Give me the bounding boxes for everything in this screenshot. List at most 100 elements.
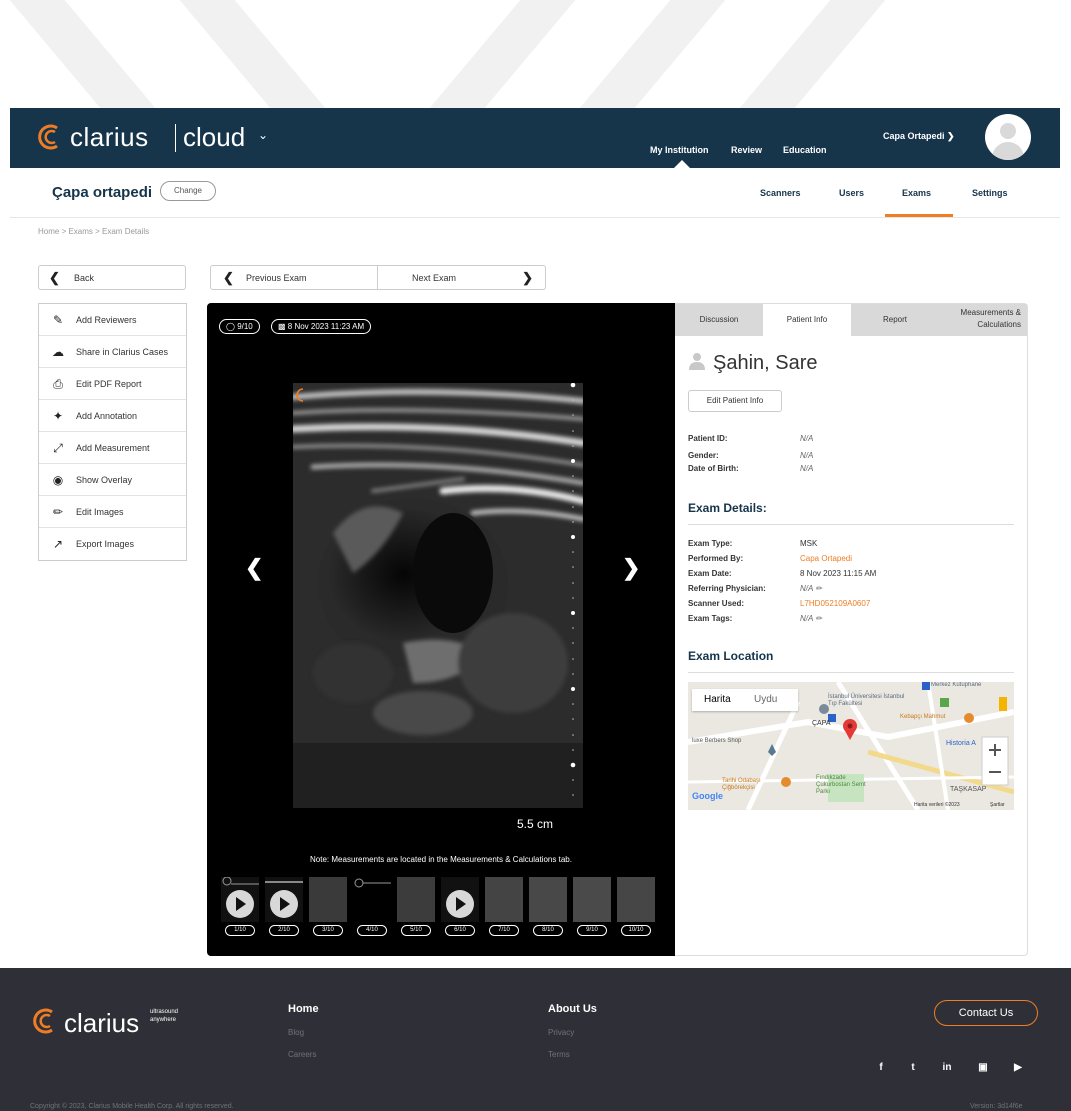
- chevron-left-icon: ❮: [49, 270, 60, 285]
- edit-images-action[interactable]: ✏ Edit Images: [39, 496, 186, 528]
- thumbnail-label: 1/10: [225, 925, 255, 936]
- chevron-left-icon: ❮: [223, 270, 234, 285]
- patient-id-value: N/A: [800, 434, 814, 443]
- edit-pdf-report-action[interactable]: ⎙ Edit PDF Report: [39, 368, 186, 400]
- ultrasound-image[interactable]: [293, 383, 583, 808]
- footer-link-terms[interactable]: Terms: [548, 1050, 570, 1059]
- depth-scale-label: 5.5 cm: [517, 817, 554, 831]
- brand-logo-text[interactable]: clarius: [70, 122, 149, 153]
- tab-report[interactable]: Report: [851, 304, 939, 336]
- add-annotation-action[interactable]: ✦ Add Annotation: [39, 400, 186, 432]
- action-label: Edit Images: [76, 507, 124, 517]
- twitter-icon[interactable]: t: [907, 1062, 919, 1074]
- nav-education[interactable]: Education: [783, 145, 827, 155]
- map-terms-link[interactable]: Şartlar: [990, 802, 1005, 808]
- image-datetime: 8 Nov 2023 11:23 AM: [287, 322, 365, 331]
- footer-link-privacy[interactable]: Privacy: [548, 1028, 574, 1037]
- tab-exams[interactable]: Exams: [902, 188, 931, 198]
- previous-exam-button[interactable]: ❮ Previous Exam: [210, 265, 378, 290]
- background-watermark: [0, 0, 1071, 108]
- previous-image-arrow[interactable]: ❮: [245, 555, 263, 581]
- tab-scanners[interactable]: Scanners: [760, 188, 801, 198]
- active-nav-indicator: [674, 160, 690, 168]
- share-clarius-cases-action[interactable]: ☁ Share in Clarius Cases: [39, 336, 186, 368]
- next-image-arrow[interactable]: ❯: [622, 555, 640, 581]
- breadcrumb[interactable]: Home > Exams > Exam Details: [38, 227, 149, 236]
- youtube-icon[interactable]: ▶: [1012, 1062, 1024, 1074]
- tab-users[interactable]: Users: [839, 188, 864, 198]
- thumbnail-6[interactable]: [441, 877, 479, 922]
- tab-measurements-calculations[interactable]: Measurements & Calculations: [939, 304, 1027, 336]
- tab-settings[interactable]: Settings: [972, 188, 1008, 198]
- linkedin-icon[interactable]: in: [941, 1062, 953, 1074]
- map-label-library: Merkez Kütüphane: [931, 682, 982, 688]
- action-label: Export Images: [76, 539, 135, 549]
- scanner-used-link[interactable]: L7HD052109A0607: [800, 599, 870, 608]
- thumbnail-5[interactable]: [397, 877, 435, 922]
- product-name[interactable]: cloud: [183, 122, 245, 153]
- nav-review[interactable]: Review: [731, 145, 762, 155]
- show-overlay-action[interactable]: ◉ Show Overlay: [39, 464, 186, 496]
- map-tab-satellite[interactable]: Uydu: [754, 694, 777, 705]
- institution-bar: Çapa ortapedi Change Scanners Users Exam…: [10, 168, 1060, 218]
- thumbnail-label: 10/10: [621, 925, 651, 936]
- next-exam-button[interactable]: Next Exam ❯: [378, 265, 546, 290]
- nav-my-institution[interactable]: My Institution: [650, 145, 709, 155]
- thumbnail-4[interactable]: [353, 877, 391, 922]
- pencil-icon: ✏: [52, 505, 64, 519]
- clarius-logo-icon[interactable]: [35, 122, 65, 152]
- thumbnail-8[interactable]: [529, 877, 567, 922]
- footer-brand[interactable]: clarius: [64, 1008, 139, 1039]
- footer-link-blog[interactable]: Blog: [288, 1028, 304, 1037]
- thumbnail-label: 4/10: [357, 925, 387, 936]
- map-label-capa: ÇAPA: [812, 720, 831, 727]
- slider-icon: [354, 878, 391, 888]
- export-images-action[interactable]: ↗ Export Images: [39, 528, 186, 560]
- patient-name: Şahin, Sare: [713, 352, 818, 374]
- avatar-head: [1000, 123, 1016, 139]
- thumbnail-1[interactable]: [221, 876, 259, 922]
- edit-patient-info-button[interactable]: Edit Patient Info: [688, 390, 782, 412]
- thumbnail-2[interactable]: [265, 877, 303, 922]
- tab-patient-info[interactable]: Patient Info: [763, 304, 851, 336]
- thumbnail-7[interactable]: [485, 877, 523, 922]
- footer-link-careers[interactable]: Careers: [288, 1050, 316, 1059]
- cloud-upload-icon: ☁: [52, 345, 64, 359]
- add-reviewers-action[interactable]: ✎ Add Reviewers: [39, 304, 186, 336]
- thumbnail-9[interactable]: [573, 877, 611, 922]
- add-measurement-action[interactable]: ⤢ Add Measurement: [39, 432, 186, 464]
- next-exam-label: Next Exam: [412, 273, 457, 283]
- image-counter-badge: ◯ 9/10: [219, 319, 260, 334]
- contact-us-button[interactable]: Contact Us: [934, 1000, 1038, 1026]
- thumbnail-10[interactable]: [617, 877, 655, 922]
- map-label-kebapci: Kebapçı Mahmut: [900, 714, 946, 720]
- chevron-down-icon[interactable]: ⌄: [258, 128, 268, 142]
- footer-home-heading[interactable]: Home: [288, 1003, 319, 1015]
- pencil-icon[interactable]: ✏: [815, 584, 822, 593]
- back-button[interactable]: ❮ Back: [38, 265, 186, 290]
- account-name: Capa Ortapedi: [883, 131, 945, 141]
- exam-tags-value: N/A ✏: [800, 614, 822, 623]
- play-icon: [222, 876, 259, 918]
- tab-discussion[interactable]: Discussion: [675, 304, 763, 336]
- copyright-text: Copyright © 2023, Clarius Mobile Health …: [30, 1103, 234, 1110]
- exam-info-panel: Discussion Patient Info Report Measureme…: [675, 303, 1028, 956]
- performed-by-link[interactable]: Capa Ortapedi: [800, 554, 852, 563]
- thumbnail-3[interactable]: [309, 877, 347, 922]
- referring-physician-text: N/A: [800, 584, 814, 593]
- change-institution-button[interactable]: Change: [160, 181, 216, 201]
- institution-name: Çapa ortapedi: [52, 184, 153, 201]
- exam-location-map[interactable]: Harita Uydu İstanbul Üniversitesi İstanb…: [688, 682, 1014, 810]
- avatar[interactable]: [985, 114, 1031, 160]
- play-icon: [265, 881, 303, 918]
- map-tab-map[interactable]: Harita: [704, 694, 731, 705]
- pencil-icon[interactable]: ✏: [815, 614, 822, 623]
- account-menu[interactable]: Capa Ortapedi ❯: [883, 131, 955, 142]
- instagram-icon[interactable]: ▣: [977, 1062, 989, 1074]
- exam-actions-menu: ✎ Add Reviewers ☁ Share in Clarius Cases…: [38, 303, 187, 561]
- thumbnail-label: 5/10: [401, 925, 431, 936]
- google-logo[interactable]: Google: [692, 791, 723, 801]
- footer-about-heading[interactable]: About Us: [548, 1003, 597, 1015]
- clarius-logo-icon[interactable]: [30, 1006, 60, 1036]
- facebook-icon[interactable]: f: [875, 1062, 887, 1074]
